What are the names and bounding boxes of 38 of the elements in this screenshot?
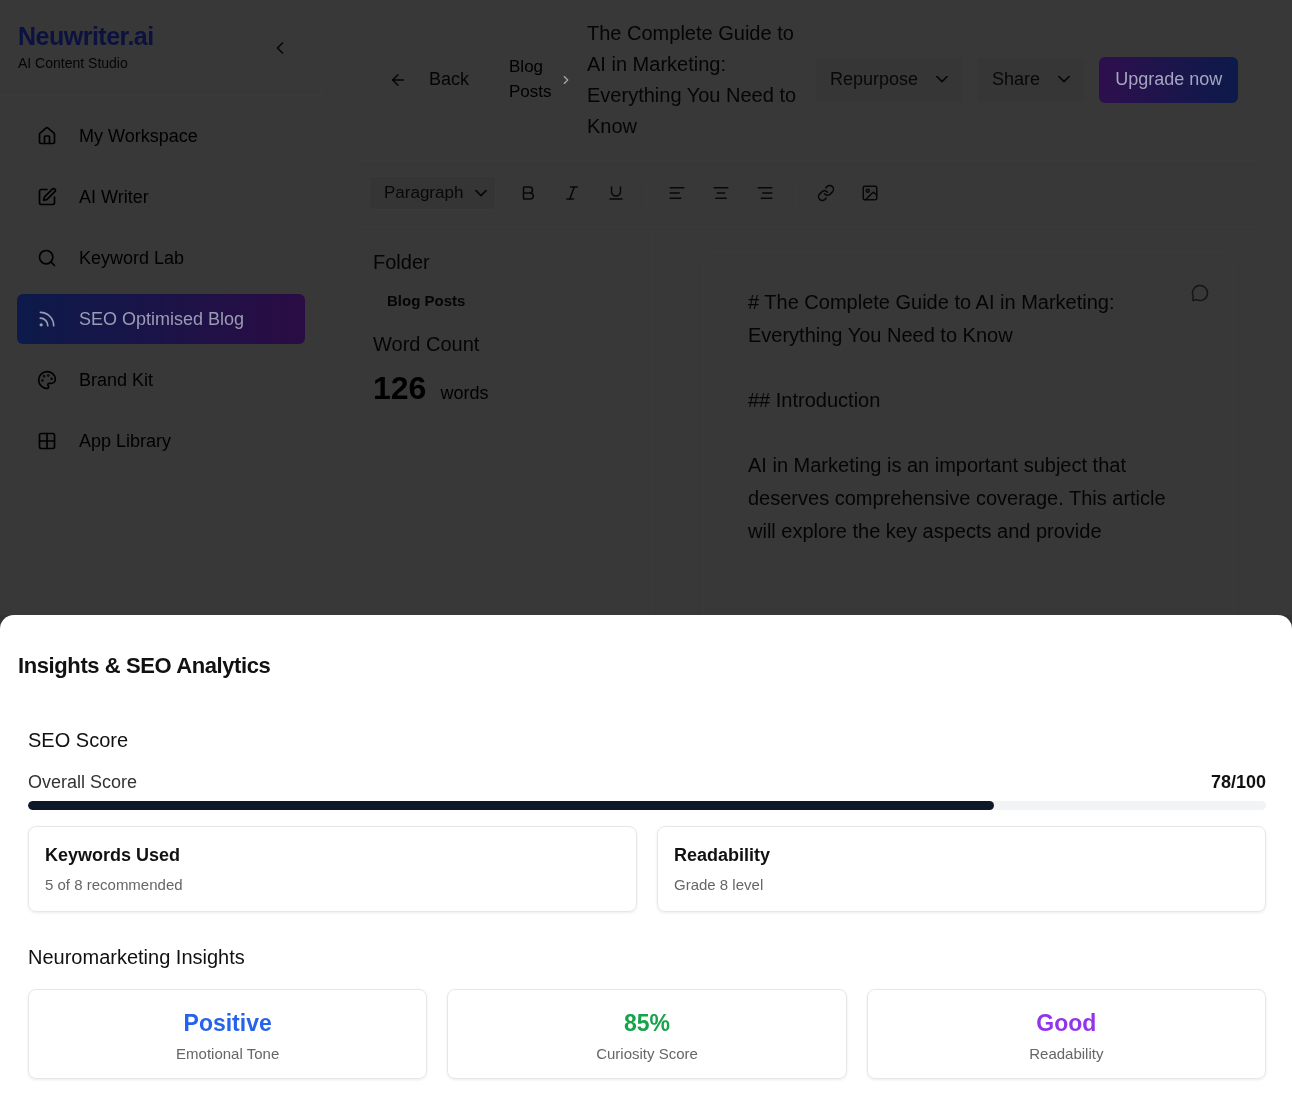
image-icon <box>861 184 880 203</box>
nav-item[interactable]: Keyword Lab <box>17 233 305 283</box>
section-title: Neuromarketing Insights <box>28 946 246 969</box>
chevron-down-icon <box>936 76 949 84</box>
nav-item[interactable]: App Library <box>17 416 305 466</box>
chevron-down-icon <box>475 189 488 197</box>
word-count: 126 <box>373 370 427 407</box>
insight-value: 85% <box>622 1010 671 1037</box>
nav-icon <box>37 248 57 268</box>
overall-score: 78/100 <box>1210 772 1266 793</box>
nav-icon <box>37 187 57 207</box>
card-title: Keywords Used <box>45 845 182 866</box>
link-icon <box>817 184 836 203</box>
comment-icon[interactable] <box>1191 284 1209 302</box>
insight-value: Positive <box>182 1010 273 1037</box>
nav-item[interactable]: AI Writer <box>17 172 305 222</box>
insight-label: Emotional Tone <box>175 1045 281 1062</box>
insight-label: Curiosity Score <box>595 1045 699 1062</box>
nav-item[interactable]: Brand Kit <box>17 355 305 405</box>
insight-label: Readability <box>1028 1045 1105 1062</box>
card-detail: 5 of 8 recommended <box>45 876 184 893</box>
chevron-down-icon <box>1058 76 1071 84</box>
nav-item[interactable]: My Workspace <box>17 111 305 161</box>
insight-value: Good <box>1035 1010 1098 1037</box>
overall-score-label: Overall Score <box>28 772 138 793</box>
nav-icon <box>37 126 57 146</box>
upgrade-button[interactable]: Upgrade now <box>1099 56 1239 103</box>
underline-icon <box>607 184 626 203</box>
nav-icon <box>37 431 57 451</box>
word-unit: words <box>440 383 489 404</box>
card-title: Readability <box>674 845 772 866</box>
sheet-title: Insights & SEO Analytics <box>18 653 272 679</box>
nav-icon <box>37 309 57 329</box>
breadcrumb-link[interactable]: Blog Posts <box>509 55 560 105</box>
card-detail: Grade 8 level <box>674 876 765 893</box>
nav-item[interactable]: SEO Optimised Blog <box>17 294 305 344</box>
nav-icon <box>37 370 57 390</box>
section-title: SEO Score <box>28 729 130 752</box>
